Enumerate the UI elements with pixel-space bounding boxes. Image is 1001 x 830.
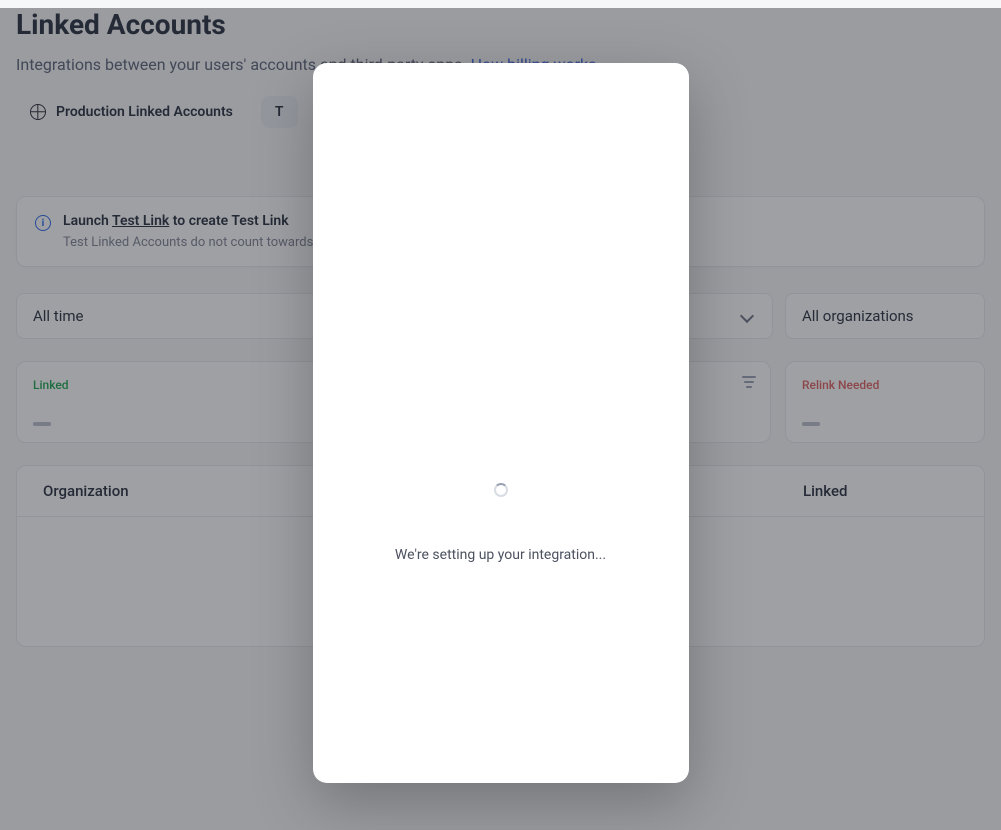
integration-setup-modal: We're setting up your integration...	[313, 63, 689, 783]
modal-message: We're setting up your integration...	[395, 547, 606, 563]
spinner-icon	[494, 483, 508, 497]
modal-overlay[interactable]: We're setting up your integration...	[0, 8, 1001, 830]
